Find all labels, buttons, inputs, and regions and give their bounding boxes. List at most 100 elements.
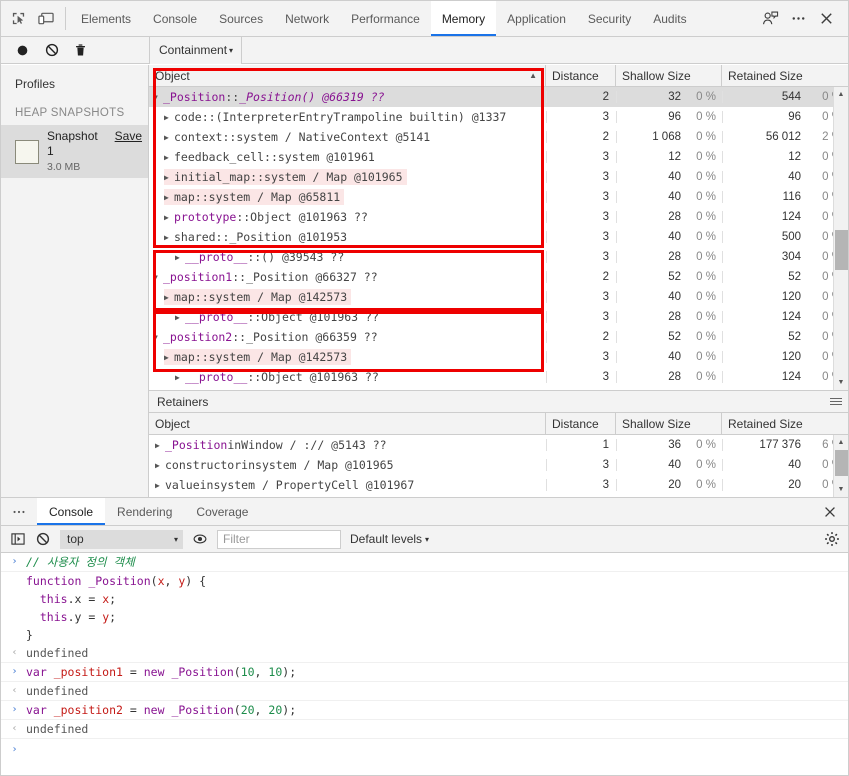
clear-icon[interactable] [44,43,59,58]
expand-triangle-right-icon[interactable]: ▶ [164,353,174,362]
live-expression-icon[interactable] [192,531,208,547]
expand-triangle-right-icon[interactable]: ▶ [164,213,174,222]
object-cell: ▼ _position1 :: _Position @66327 ?? [149,269,546,285]
retainer-row[interactable]: ▶ value in system / PropertyCell @101967 3… [149,475,848,495]
retained-size-cell: 124 [722,311,808,323]
close-drawer-icon[interactable] [822,498,848,525]
table-row[interactable]: ▶ prototype :: Object @101963 ?? 3 28 0 % 124… [149,207,848,227]
drawer-tab-rendering[interactable]: Rendering [105,498,184,525]
heap-grid-scrollbar[interactable]: ▲ ▼ [833,87,848,390]
snapshot-list-item[interactable]: Snapshot 1 Save 3.0 MB [1,125,148,179]
object-separator: :: [194,190,209,204]
hamburger-icon[interactable] [830,398,842,405]
object-name: shared [174,230,216,244]
table-row[interactable]: ▶ code :: (InterpreterEntryTrampoline bui… [149,107,848,127]
console-sidebar-icon[interactable] [10,531,26,547]
scroll-down-arrow-icon[interactable]: ▼ [834,375,849,390]
table-row[interactable]: ▶map :: system / Map @1425733400 %1200 % [149,347,848,367]
close-icon[interactable] [814,7,838,31]
expand-triangle-right-icon[interactable]: ▶ [164,113,174,122]
object-name: __proto__ [185,250,248,264]
ret-scroll-thumb[interactable] [834,450,848,476]
console-prompt[interactable]: › [1,739,848,761]
chevron-down-icon: ▾ [229,46,234,55]
ret-column-header-object[interactable]: Object [149,413,546,434]
expand-triangle-right-icon[interactable]: ▶ [164,233,174,242]
expand-triangle-right-icon[interactable]: ▶ [175,313,185,322]
expand-triangle-right-icon[interactable]: ▶ [155,461,165,470]
tab-memory[interactable]: Memory [430,1,497,36]
table-row[interactable]: ▶ feedback_cell :: system @101961 3 12 0 % 12… [149,147,848,167]
retainer-row[interactable]: ▶ constructor in system / Map @101965 3 40 0… [149,455,848,475]
tab-security[interactable]: Security [577,1,642,36]
ret-scroll-up-arrow-icon[interactable]: ▲ [834,435,849,450]
tab-network[interactable]: Network [274,1,340,36]
expand-triangle-down-icon[interactable]: ▼ [153,273,163,282]
expand-triangle-down-icon[interactable]: ▼ [153,93,163,102]
record-icon[interactable] [15,43,30,58]
drawer-tab-coverage[interactable]: Coverage [184,498,260,525]
profiler-toolbar-icons [1,43,149,58]
log-levels-select[interactable]: Default levels ▾ [350,532,429,546]
more-tabs-icon[interactable] [1,498,37,525]
retainer-row[interactable]: ▶ _Position in Window / :// @5143 ?? 1 36 0 … [149,435,848,455]
view-mode-select[interactable]: Containment ▾ [150,36,243,64]
tab-sources[interactable]: Sources [208,1,274,36]
scroll-track[interactable] [834,102,849,375]
expand-triangle-right-icon[interactable]: ▶ [155,481,165,490]
expand-triangle-right-icon[interactable]: ▶ [164,133,174,142]
tab-elements[interactable]: Elements [70,1,142,36]
table-row[interactable]: ▶ __proto__ :: Object @101963 ?? 3 28 0 % 124… [149,367,848,387]
tab-audits[interactable]: Audits [642,1,697,36]
column-header-retained-size[interactable]: Retained Size [722,65,848,86]
table-row[interactable]: ▶__proto__ :: () @39543 ??3280 %3040 % [149,247,848,267]
scroll-thumb[interactable] [834,230,848,270]
ret-column-header-retained-size[interactable]: Retained Size [722,413,848,434]
tab-console[interactable]: Console [142,1,208,36]
expand-triangle-right-icon[interactable]: ▶ [164,173,174,182]
filter-input[interactable] [217,529,341,549]
ret-scroll-down-arrow-icon[interactable]: ▼ [834,482,849,497]
table-row[interactable]: ▶map :: system / Map @658113400 %1160 % [149,187,848,207]
tab-performance[interactable]: Performance [340,1,431,36]
retainers-scrollbar[interactable]: ▲ ▼ [833,435,848,497]
expand-triangle-right-icon[interactable]: ▶ [164,153,174,162]
delete-icon[interactable] [73,43,88,58]
expand-triangle-down-icon[interactable]: ▼ [153,333,163,342]
console-token: .x = [67,592,103,606]
column-header-distance[interactable]: Distance [546,65,616,86]
gear-icon[interactable] [824,531,840,547]
console-result-line: ‹ undefined [1,682,848,701]
tab-application[interactable]: Application [496,1,577,36]
table-row[interactable]: ▶ __proto__ :: Object @101963 ?? 3 28 0 % 124… [149,307,848,327]
drawer-tab-console[interactable]: Console [37,498,106,525]
ret-scroll-track[interactable] [834,450,849,482]
device-toolbar-icon[interactable] [37,10,55,28]
ret-column-header-distance[interactable]: Distance [546,413,616,434]
expand-triangle-right-icon[interactable]: ▶ [175,373,185,382]
expand-triangle-right-icon[interactable]: ▶ [155,441,165,450]
console-token: ( [233,665,241,679]
table-row[interactable]: ▼ _position2 :: _Position @66359 ?? 2 52 0 %… [149,327,848,347]
column-header-object[interactable]: Object ▲ [149,65,546,86]
table-row[interactable]: ▶ context :: system / NativeContext @5141… [149,127,848,147]
snapshot-thumbnail-icon [15,139,39,164]
table-row[interactable]: ▼ _position1 :: _Position @66327 ?? 2 52 0 %… [149,267,848,287]
column-header-shallow-size[interactable]: Shallow Size [616,65,722,86]
inspect-element-icon[interactable] [9,10,27,28]
expand-triangle-right-icon[interactable]: ▶ [175,253,185,262]
clear-console-icon[interactable] [35,531,51,547]
snapshot-save-link[interactable]: Save [115,129,142,144]
table-row[interactable]: ▶map :: system / Map @1425733400 %1200 % [149,287,848,307]
expand-triangle-right-icon[interactable]: ▶ [164,293,174,302]
table-row[interactable]: ▶ initial_map :: system / Map @101965 3 40 0… [149,167,848,187]
more-options-icon[interactable] [786,7,810,31]
table-row[interactable]: ▶shared :: _Position @1019533400 %5000 % [149,227,848,247]
table-row[interactable]: ▼ _Position :: _Position() @66319 ?? 2 32 0 … [149,87,848,107]
retainer-separator: in [241,458,256,472]
feedback-icon[interactable] [758,7,782,31]
ret-column-header-shallow-size[interactable]: Shallow Size [616,413,722,434]
expand-triangle-right-icon[interactable]: ▶ [164,193,174,202]
execution-context-select[interactable]: top ▾ [60,529,183,549]
scroll-up-arrow-icon[interactable]: ▲ [834,87,849,102]
